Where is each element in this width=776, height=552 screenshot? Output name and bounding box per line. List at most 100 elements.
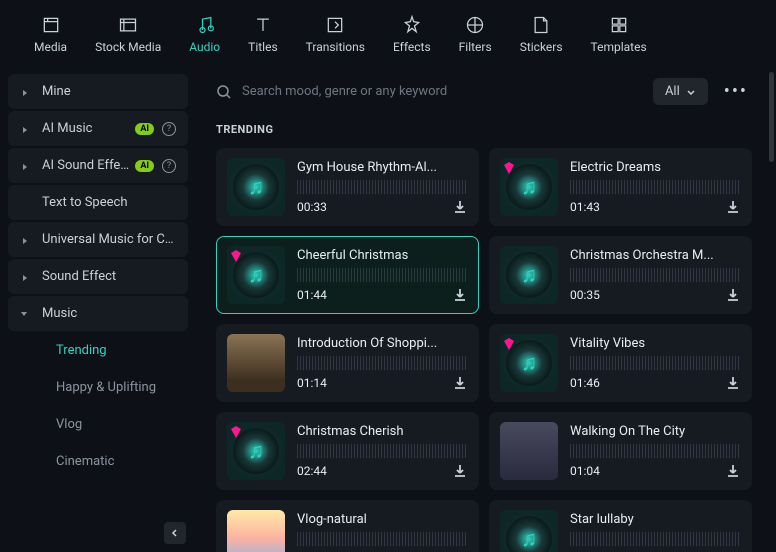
sidebar-item-sound-effect[interactable]: Sound Effect xyxy=(8,259,188,294)
search-input[interactable] xyxy=(242,84,641,99)
premium-gem-icon xyxy=(502,160,516,174)
filters-icon xyxy=(464,14,486,36)
sidebar-item-ai-music[interactable]: AI MusicAI? xyxy=(8,111,188,146)
track-card[interactable]: Cheerful Christmas01:44 xyxy=(216,236,479,314)
stickers-icon xyxy=(530,14,552,36)
tab-audio[interactable]: Audio xyxy=(175,10,234,58)
track-title: Vitality Vibes xyxy=(570,336,741,351)
download-icon[interactable] xyxy=(452,375,468,391)
sidebar-sub-happy-uplifting[interactable]: Happy & Uplifting xyxy=(8,370,188,405)
track-duration: 01:43 xyxy=(570,200,600,214)
download-icon[interactable] xyxy=(725,463,741,479)
sidebar-item-mine[interactable]: Mine xyxy=(8,74,188,109)
sidebar-sub-trending[interactable]: Trending xyxy=(8,333,188,368)
chevron-right-icon xyxy=(20,124,30,134)
track-card[interactable]: Gym House Rhythm-Al...00:33 xyxy=(216,148,479,226)
track-card[interactable]: Star lullaby xyxy=(489,500,752,552)
track-card[interactable]: Walking On The City01:04 xyxy=(489,412,752,490)
sidebar-label: AI Sound Effect xyxy=(42,158,129,173)
track-title: Christmas Orchestra M... xyxy=(570,248,741,263)
collapse-sidebar-button[interactable] xyxy=(164,522,186,544)
sidebar-label: Happy & Uplifting xyxy=(56,380,176,395)
track-card[interactable]: Vitality Vibes 01:46 xyxy=(489,324,752,402)
tab-label: Templates xyxy=(591,40,647,54)
track-card[interactable]: Christmas Orchestra M... 00:35 xyxy=(489,236,752,314)
tab-templates[interactable]: Templates xyxy=(577,10,661,58)
download-icon[interactable] xyxy=(725,199,741,215)
track-thumbnail xyxy=(500,246,558,304)
track-duration: 01:46 xyxy=(570,376,600,390)
track-card[interactable]: Electric Dreams 01:43 xyxy=(489,148,752,226)
waveform xyxy=(570,444,741,458)
ai-badge: AI xyxy=(135,160,154,172)
filter-label: All xyxy=(665,84,680,99)
download-icon[interactable] xyxy=(452,463,468,479)
section-title: TRENDING xyxy=(216,123,752,136)
ai-badge: AI xyxy=(135,123,154,135)
sidebar-sub-cinematic[interactable]: Cinematic xyxy=(8,444,188,479)
waveform xyxy=(570,532,741,546)
sidebar-item-music[interactable]: Music xyxy=(8,296,188,331)
tab-label: Effects xyxy=(393,40,431,54)
track-card[interactable]: Vlog-natural xyxy=(216,500,479,552)
track-title: Electric Dreams xyxy=(570,160,741,175)
sidebar-item-ai-sound-effect[interactable]: AI Sound Effect AI? xyxy=(8,148,188,183)
filter-dropdown[interactable]: All xyxy=(653,78,708,105)
chevron-right-icon xyxy=(20,161,30,171)
sidebar-label: Sound Effect xyxy=(42,269,176,284)
tab-stickers[interactable]: Stickers xyxy=(506,10,577,58)
tab-stock-media[interactable]: Stock Media xyxy=(81,10,175,58)
chevron-right-icon xyxy=(20,272,30,282)
track-thumbnail xyxy=(500,334,558,392)
track-title: Star lullaby xyxy=(570,512,741,527)
sidebar-item-universal-music-for-cre-[interactable]: Universal Music for Cre... xyxy=(8,222,188,257)
track-thumbnail xyxy=(500,158,558,216)
waveform xyxy=(297,444,468,458)
track-thumbnail xyxy=(227,158,285,216)
track-duration: 00:35 xyxy=(570,288,600,302)
scrollbar[interactable] xyxy=(769,72,774,162)
tab-titles[interactable]: Titles xyxy=(234,10,291,58)
more-button[interactable]: ••• xyxy=(720,81,752,102)
top-tabs: Media Stock MediaAudio Titles Transitions Ef… xyxy=(0,0,776,66)
track-title: Introduction Of Shoppi... xyxy=(297,336,468,351)
waveform xyxy=(570,356,741,370)
tab-media[interactable]: Media xyxy=(20,10,81,58)
sidebar-sub-vlog[interactable]: Vlog xyxy=(8,407,188,442)
track-card[interactable]: Christmas Cherish 02:44 xyxy=(216,412,479,490)
track-title: Walking On The City xyxy=(570,424,741,439)
stock-media-icon xyxy=(117,14,139,36)
sidebar: MineAI MusicAI?AI Sound EffectAI?Text to… xyxy=(0,66,196,552)
sidebar-label: Trending xyxy=(56,343,176,358)
search-icon xyxy=(216,84,232,100)
download-icon[interactable] xyxy=(725,287,741,303)
sidebar-label: Vlog xyxy=(56,417,176,432)
tab-transitions[interactable]: Transitions xyxy=(292,10,379,58)
help-icon[interactable]: ? xyxy=(162,159,176,173)
download-icon[interactable] xyxy=(452,199,468,215)
transitions-icon xyxy=(324,14,346,36)
track-thumbnail xyxy=(500,510,558,552)
premium-gem-icon xyxy=(229,424,243,438)
track-title: Vlog-natural xyxy=(297,512,468,527)
track-card[interactable]: Introduction Of Shoppi...01:14 xyxy=(216,324,479,402)
sidebar-label: Cinematic xyxy=(56,454,176,469)
chevron-right-icon xyxy=(20,87,30,97)
audio-icon xyxy=(194,14,216,36)
waveform xyxy=(570,268,741,282)
tab-effects[interactable]: Effects xyxy=(379,10,445,58)
download-icon[interactable] xyxy=(725,375,741,391)
track-duration: 02:44 xyxy=(297,464,327,478)
tab-filters[interactable]: Filters xyxy=(445,10,506,58)
help-icon[interactable]: ? xyxy=(162,122,176,136)
templates-icon xyxy=(608,14,630,36)
tab-label: Titles xyxy=(248,40,277,54)
waveform xyxy=(297,268,468,282)
download-icon[interactable] xyxy=(452,287,468,303)
tab-label: Media xyxy=(34,40,67,54)
premium-gem-icon xyxy=(229,248,243,262)
sidebar-label: Universal Music for Cre... xyxy=(42,232,176,247)
sidebar-item-text-to-speech[interactable]: Text to Speech xyxy=(8,185,188,220)
track-thumbnail xyxy=(500,422,558,480)
track-title: Christmas Cherish xyxy=(297,424,468,439)
